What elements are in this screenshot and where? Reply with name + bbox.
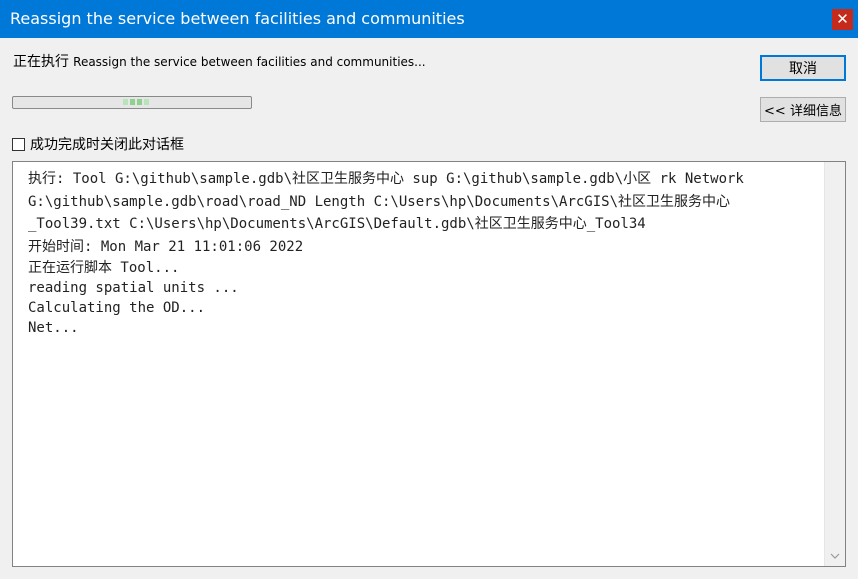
title-bar: Reassign the service between facilities …: [0, 0, 858, 38]
progress-chunk: [130, 99, 135, 105]
status-text: 正在执行 Reassign the service between facili…: [13, 51, 426, 71]
progress-bar: [12, 96, 252, 109]
log-panel[interactable]: 执行: Tool G:\github\sample.gdb\社区卫生服务中心 s…: [12, 161, 846, 567]
progress-chunk: [123, 99, 128, 105]
close-on-complete-row[interactable]: 成功完成时关闭此对话框: [12, 135, 184, 153]
log-line: 执行: Tool G:\github\sample.gdb\社区卫生服务中心 s…: [28, 171, 744, 187]
log-text: 执行: Tool G:\github\sample.gdb\社区卫生服务中心 s…: [28, 168, 823, 338]
details-toggle-button[interactable]: << 详细信息: [760, 97, 846, 122]
cancel-button[interactable]: 取消: [760, 55, 846, 81]
log-line: Calculating the OD...: [28, 300, 206, 316]
status-tool-name: Reassign the service between facilities …: [73, 55, 426, 69]
status-prefix: 正在执行: [13, 54, 69, 70]
log-line: Net...: [28, 320, 79, 336]
log-line: _Tool39.txt C:\Users\hp\Documents\ArcGIS…: [28, 216, 646, 232]
chevron-down-icon: [830, 553, 840, 559]
scroll-down-button[interactable]: [825, 548, 845, 564]
close-on-complete-checkbox[interactable]: [12, 137, 25, 151]
close-button[interactable]: ✕: [832, 9, 853, 30]
window-title: Reassign the service between facilities …: [10, 9, 465, 28]
log-line: 开始时间: Mon Mar 21 11:01:06 2022: [28, 238, 304, 255]
close-icon: ✕: [836, 10, 849, 28]
close-on-complete-label[interactable]: 成功完成时关闭此对话框: [30, 134, 184, 154]
log-scrollbar[interactable]: [824, 162, 845, 566]
log-line: G:\github\sample.gdb\road\road_ND Length…: [28, 193, 731, 210]
log-line: 正在运行脚本 Tool...: [28, 260, 180, 276]
progress-chunk: [137, 99, 142, 105]
log-line: reading spatial units ...: [28, 280, 239, 296]
progress-chunk: [144, 99, 149, 105]
